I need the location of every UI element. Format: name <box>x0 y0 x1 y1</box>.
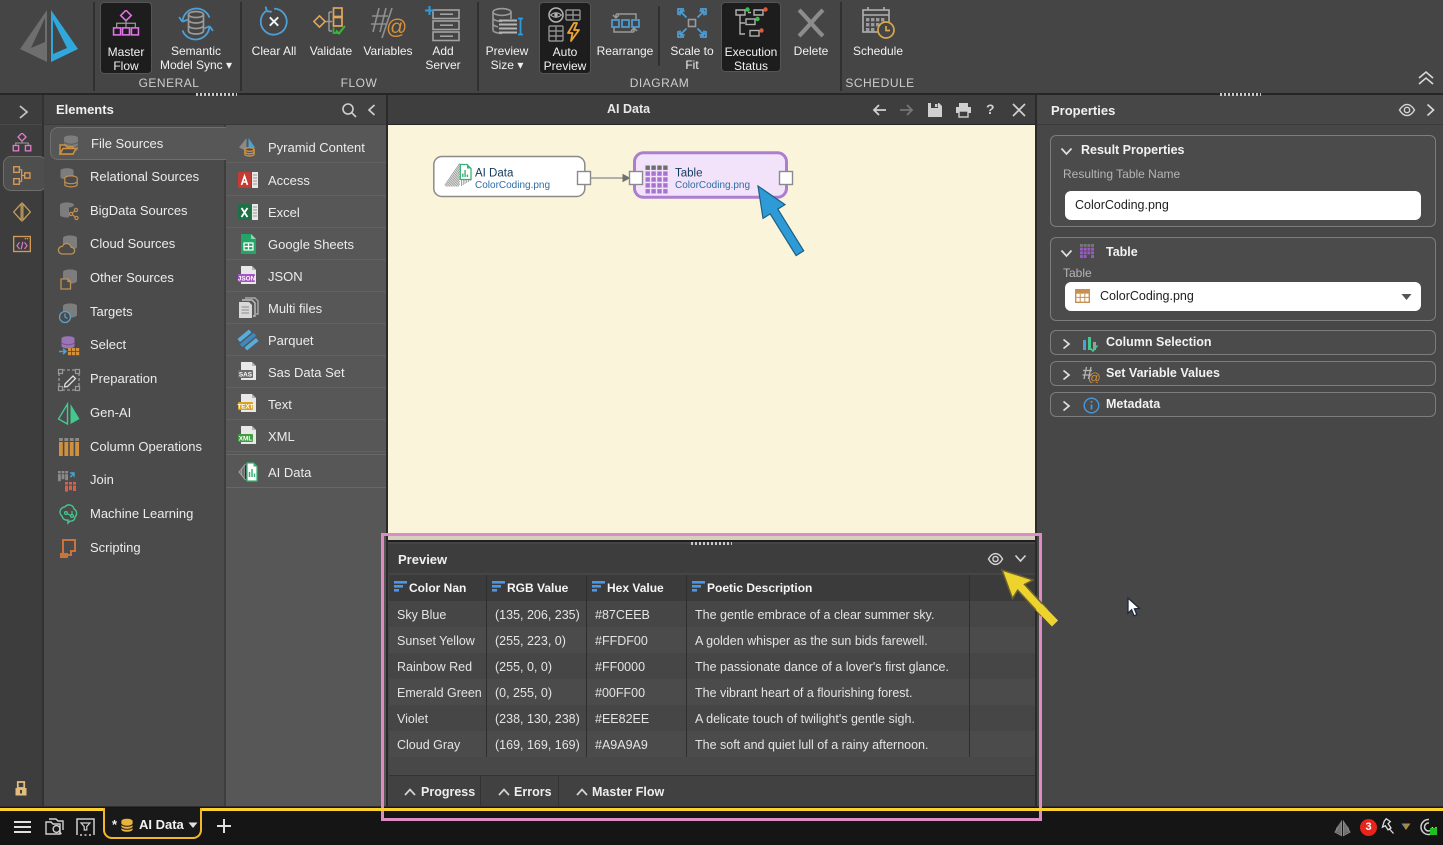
svg-text:ColorCoding.png: ColorCoding.png <box>675 180 750 191</box>
svg-text:AI Data: AI Data <box>475 168 514 180</box>
svg-text:JSON: JSON <box>238 275 256 282</box>
svg-text:Table: Table <box>675 168 703 180</box>
svg-text:ColorCoding.png: ColorCoding.png <box>475 180 550 191</box>
svg-text:TEXT: TEXT <box>237 403 253 410</box>
svg-text:SAS: SAS <box>239 371 253 378</box>
svg-text:@: @ <box>1088 371 1100 383</box>
svg-text:@: @ <box>386 16 406 39</box>
svg-text:XML: XML <box>239 435 253 442</box>
